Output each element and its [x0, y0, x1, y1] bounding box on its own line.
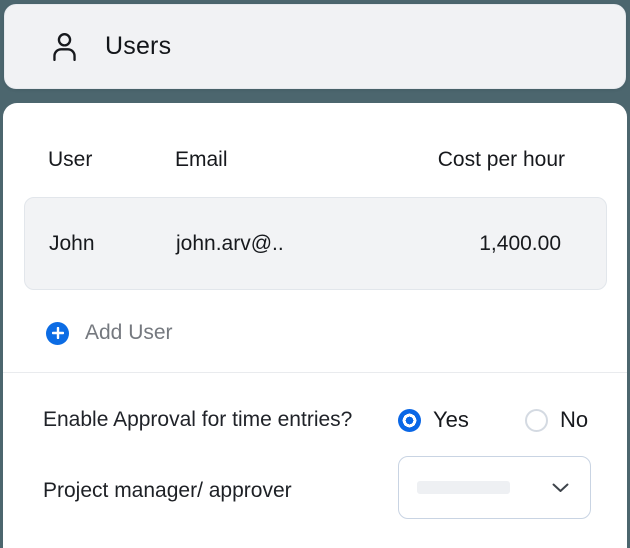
manager-label: Project manager/ approver	[43, 477, 292, 505]
section-title: Users	[105, 32, 171, 61]
manager-select[interactable]	[398, 456, 591, 519]
radio-selected-icon	[398, 409, 421, 432]
approval-question: Enable Approval for time entries?	[43, 406, 352, 434]
user-icon	[51, 32, 78, 61]
column-header-email: Email	[175, 148, 405, 172]
add-user-label: Add User	[85, 321, 173, 345]
radio-unselected-icon	[525, 409, 548, 432]
users-settings-panel: Users User Email Cost per hour John john…	[0, 0, 630, 548]
table-row[interactable]: John john.arv@.. 1,400.00	[24, 197, 607, 290]
radio-no-label: No	[560, 407, 588, 433]
radio-option-yes[interactable]: Yes	[398, 406, 469, 434]
section-divider	[3, 372, 627, 373]
column-header-cost: Cost per hour	[405, 148, 565, 172]
table-header: User Email Cost per hour	[48, 146, 565, 174]
cell-email: john.arv@..	[176, 232, 406, 256]
cell-cost: 1,400.00	[406, 232, 561, 256]
radio-option-no[interactable]: No	[525, 406, 588, 434]
radio-yes-label: Yes	[433, 407, 469, 433]
add-user-button[interactable]: Add User	[46, 318, 173, 348]
cell-user: John	[49, 232, 176, 256]
users-section-header[interactable]: Users	[4, 4, 626, 89]
column-header-user: User	[48, 148, 175, 172]
users-card: User Email Cost per hour John john.arv@.…	[3, 103, 627, 548]
plus-icon	[46, 322, 69, 345]
selected-value-placeholder	[417, 481, 510, 494]
chevron-down-icon	[552, 483, 569, 493]
